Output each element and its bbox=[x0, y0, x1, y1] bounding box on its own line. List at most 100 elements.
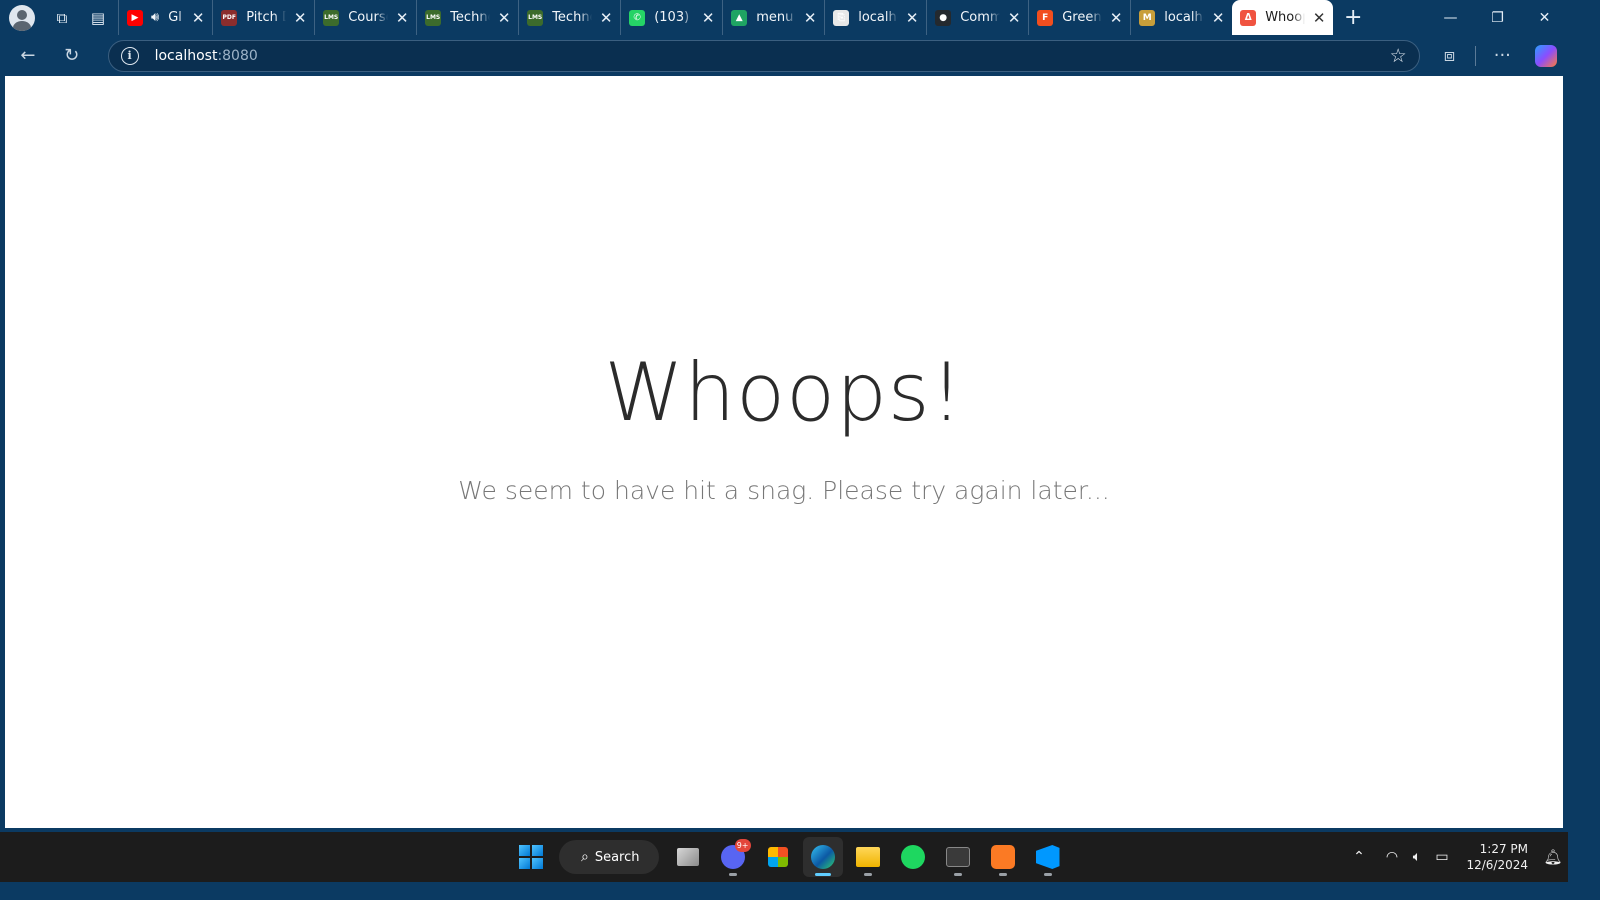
running-indicator bbox=[998, 873, 1007, 876]
workspaces-button[interactable]: ⧉ bbox=[44, 3, 80, 33]
task-view-button[interactable] bbox=[668, 837, 708, 877]
terminal-icon bbox=[945, 847, 970, 867]
google-drive-icon: ▲ bbox=[731, 9, 748, 26]
running-indicator bbox=[1043, 873, 1052, 876]
tab-title: localho bbox=[1164, 10, 1204, 25]
tab[interactable]: Mlocalho ✕ bbox=[1130, 0, 1232, 35]
terminal-app[interactable] bbox=[938, 837, 978, 877]
store-icon bbox=[767, 847, 788, 867]
whatsapp-icon: ✆ bbox=[629, 9, 646, 26]
discord-app[interactable]: 9+ bbox=[713, 837, 753, 877]
tab[interactable]: ▶ 🔊︎ Gl ✕ bbox=[118, 0, 212, 35]
new-tab-button[interactable]: + bbox=[1333, 3, 1373, 33]
close-icon[interactable]: ✕ bbox=[904, 9, 920, 27]
favorite-star-icon[interactable]: ☆ bbox=[1390, 45, 1407, 67]
tab-title: Techno bbox=[552, 10, 592, 25]
file-explorer-app[interactable] bbox=[848, 837, 888, 877]
close-icon[interactable]: ✕ bbox=[1006, 9, 1022, 27]
battery-icon[interactable]: ▭ bbox=[1429, 849, 1454, 865]
tab-title: Whoop bbox=[1265, 10, 1305, 25]
microsoft-store-app[interactable] bbox=[758, 837, 798, 877]
url-text[interactable]: localhost:8080 bbox=[155, 48, 258, 64]
tab-title: (103) W bbox=[654, 10, 694, 25]
close-icon[interactable]: ✕ bbox=[1108, 9, 1124, 27]
refresh-button[interactable]: ↻ bbox=[50, 39, 94, 73]
close-icon[interactable]: ✕ bbox=[802, 9, 818, 27]
close-icon[interactable]: ✕ bbox=[700, 9, 716, 27]
tab[interactable]: LMS Course ✕ bbox=[314, 0, 416, 35]
speaker-icon[interactable]: 🔊︎ bbox=[151, 10, 159, 25]
tab-title: Gl bbox=[168, 10, 182, 25]
vscode-app[interactable] bbox=[1028, 837, 1068, 877]
clock-date: 12/6/2024 bbox=[1466, 858, 1528, 872]
error-message: We seem to have hit a snag. Please try a… bbox=[458, 476, 1110, 505]
wifi-icon[interactable]: ◠ bbox=[1379, 849, 1404, 865]
workspaces-icon: ⧉ bbox=[56, 8, 68, 27]
figma-icon: F bbox=[1037, 9, 1054, 26]
tab[interactable]: F Green ( ✕ bbox=[1028, 0, 1130, 35]
toolbar-divider bbox=[1475, 45, 1477, 66]
address-bar[interactable]: i localhost:8080 ☆ bbox=[107, 39, 1420, 72]
page-viewport: Whoops! We seem to have hit a snag. Plea… bbox=[5, 76, 1563, 828]
tab[interactable]: ⎘ localho ✕ bbox=[824, 0, 926, 35]
clock-time: 1:27 PM bbox=[1479, 842, 1528, 856]
copilot-button[interactable] bbox=[1524, 39, 1568, 73]
tab-list: ▶🔊︎Gl✕PDFPitch D✕LMSCourse✕LMSTechno✕LMS… bbox=[118, 0, 1232, 35]
close-icon[interactable]: ✕ bbox=[292, 9, 308, 27]
laravel-icon: M bbox=[1139, 9, 1156, 26]
close-icon[interactable]: ✕ bbox=[598, 9, 614, 27]
tab-title: Commi bbox=[960, 10, 1001, 25]
settings-menu-button[interactable]: ··· bbox=[1480, 39, 1524, 73]
tab[interactable]: PDF Pitch D ✕ bbox=[212, 0, 314, 35]
spotify-icon bbox=[900, 845, 925, 869]
minimize-button[interactable]: — bbox=[1427, 0, 1474, 35]
vscode-icon bbox=[1035, 845, 1060, 869]
tab[interactable]: ✆ (103) W ✕ bbox=[620, 0, 722, 35]
back-button[interactable]: ← bbox=[6, 39, 50, 73]
tab-title: Green ( bbox=[1062, 10, 1102, 25]
folder-icon bbox=[855, 847, 880, 867]
extensions-button[interactable]: ⧈ bbox=[1428, 39, 1472, 73]
tab-title: localho bbox=[858, 10, 898, 25]
close-icon[interactable]: ✕ bbox=[1210, 9, 1226, 27]
chevron-up-icon[interactable]: ⌃ bbox=[1346, 849, 1371, 865]
tab[interactable]: ● Commi ✕ bbox=[926, 0, 1028, 35]
lms-icon: LMS bbox=[323, 9, 340, 26]
taskbar-search[interactable]: ⌕ Search bbox=[559, 840, 659, 874]
xampp-icon bbox=[990, 845, 1015, 869]
notification-icon[interactable]: 🔔︎ bbox=[1538, 848, 1568, 866]
edge-app[interactable] bbox=[802, 837, 843, 877]
search-icon: ⌕ bbox=[581, 849, 589, 865]
profile-button[interactable] bbox=[0, 3, 44, 33]
tab-active[interactable]: ᐃ Whoop ✕ bbox=[1232, 0, 1334, 35]
tab[interactable]: LMS Techno ✕ bbox=[518, 0, 620, 35]
browser-toolbar: ← ↻ i localhost:8080 ☆ ⧈ ··· bbox=[0, 35, 1568, 76]
site-info-icon[interactable]: i bbox=[120, 46, 139, 65]
minimize-icon: — bbox=[1443, 9, 1458, 26]
tab-actions-button[interactable]: ▤ bbox=[80, 3, 116, 33]
puzzle-icon: ⧈ bbox=[1443, 45, 1456, 66]
clock[interactable]: 1:27 PM 12/6/2024 bbox=[1466, 841, 1528, 873]
close-icon[interactable]: ✕ bbox=[496, 9, 512, 27]
close-icon[interactable]: ✕ bbox=[394, 9, 410, 27]
restore-button[interactable]: ❐ bbox=[1474, 0, 1521, 35]
plus-icon: + bbox=[1343, 5, 1363, 30]
close-icon[interactable]: ✕ bbox=[190, 9, 206, 27]
tab[interactable]: LMS Techno ✕ bbox=[416, 0, 518, 35]
lms-icon: LMS bbox=[527, 9, 544, 26]
start-button[interactable] bbox=[511, 837, 551, 877]
tab-title: menu - bbox=[756, 10, 796, 25]
more-icon: ··· bbox=[1493, 45, 1511, 66]
spotify-app[interactable] bbox=[893, 837, 933, 877]
laravel-ignition-icon: ᐃ bbox=[1240, 9, 1257, 26]
refresh-icon: ↻ bbox=[64, 45, 80, 66]
tab[interactable]: ▲ menu - ✕ bbox=[722, 0, 824, 35]
xampp-app[interactable] bbox=[983, 837, 1023, 877]
running-indicator bbox=[863, 873, 872, 876]
running-indicator bbox=[814, 873, 831, 876]
volume-icon[interactable]: 🔈︎ bbox=[1404, 849, 1429, 865]
close-icon[interactable]: ✕ bbox=[1311, 9, 1327, 27]
tab-title: Course bbox=[348, 10, 388, 25]
close-window-button[interactable]: ✕ bbox=[1521, 0, 1568, 35]
tab-title: Pitch D bbox=[246, 10, 286, 25]
